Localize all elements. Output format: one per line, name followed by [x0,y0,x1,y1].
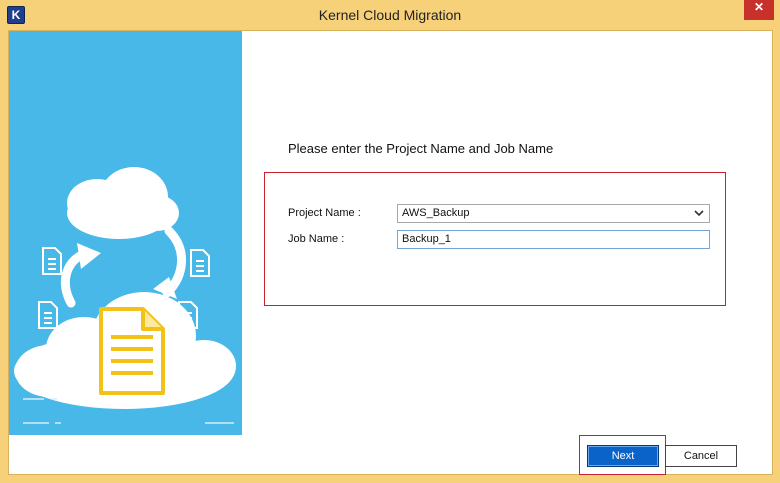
document-icon [99,307,165,395]
instruction-text: Please enter the Project Name and Job Na… [288,141,554,156]
project-name-label: Project Name : [288,207,361,219]
job-name-label: Job Name : [288,233,345,245]
close-button[interactable]: ✕ [744,0,774,20]
app-window: K Kernel Cloud Migration ✕ Please enter … [0,0,780,483]
cloud-migration-illustration [14,167,236,424]
project-name-dropdown[interactable]: AWS_Backup [397,204,710,223]
window-title: Kernel Cloud Migration [318,7,462,23]
title-bar: K Kernel Cloud Migration ✕ [0,0,780,30]
document-icon [42,247,62,275]
chevron-down-icon[interactable] [694,207,704,219]
job-name-input[interactable]: Backup_1 [397,230,710,249]
next-button[interactable]: Next [587,445,659,467]
document-icon [38,301,58,329]
arrow-icon [77,243,101,269]
cancel-button[interactable]: Cancel [665,445,737,467]
document-icon [190,249,210,277]
side-illustration [9,31,242,435]
cloud-icon [67,167,179,239]
client-area: Please enter the Project Name and Job Na… [8,30,773,475]
project-name-value: AWS_Backup [402,207,470,219]
